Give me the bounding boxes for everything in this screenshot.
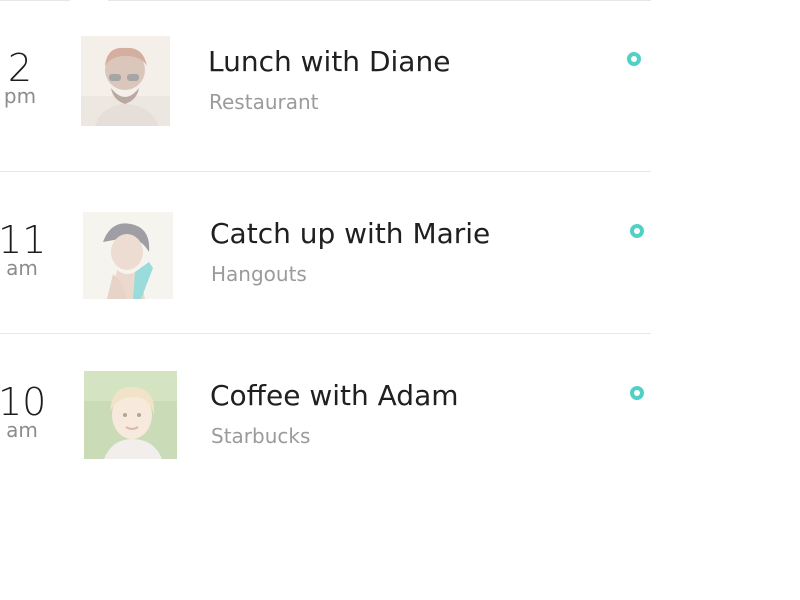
event-row-catch-up-with-marie[interactable]: 11 am Catch up with Marie Hangouts — [0, 184, 651, 344]
event-row-lunch-with-diane[interactable]: 2 pm Lunch with Diane Restaurant — [0, 12, 651, 172]
avatar-photo-icon — [81, 36, 170, 126]
avatar-photo-icon — [83, 212, 173, 299]
status-ring-icon[interactable] — [630, 386, 644, 400]
avatar — [84, 371, 177, 459]
event-location: Starbucks — [211, 424, 311, 448]
status-ring-icon[interactable] — [627, 52, 641, 66]
top-divider — [0, 0, 70, 1]
event-location: Restaurant — [209, 90, 319, 114]
event-time: 2 pm — [0, 48, 44, 106]
row-divider — [0, 333, 651, 334]
event-period: pm — [3, 84, 37, 108]
event-time: 10 am — [0, 382, 46, 440]
avatar — [81, 36, 170, 126]
event-hour: 2 — [7, 46, 33, 90]
event-row-coffee-with-adam[interactable]: 10 am Coffee with Adam Starbucks — [0, 346, 651, 506]
event-title: Coffee with Adam — [210, 379, 459, 412]
status-ring-icon[interactable] — [630, 224, 644, 238]
event-location: Hangouts — [211, 262, 307, 286]
event-list-page: 2 pm Lunch with Diane Restaurant 11 am C… — [0, 0, 800, 600]
row-divider — [0, 171, 651, 172]
avatar-photo-icon — [84, 371, 177, 459]
event-time: 11 am — [0, 220, 46, 278]
event-hour: 10 — [0, 380, 47, 424]
event-title: Lunch with Diane — [208, 45, 451, 78]
top-divider — [108, 0, 651, 1]
event-title: Catch up with Marie — [210, 217, 491, 250]
event-hour: 11 — [0, 218, 47, 262]
avatar — [83, 212, 173, 299]
